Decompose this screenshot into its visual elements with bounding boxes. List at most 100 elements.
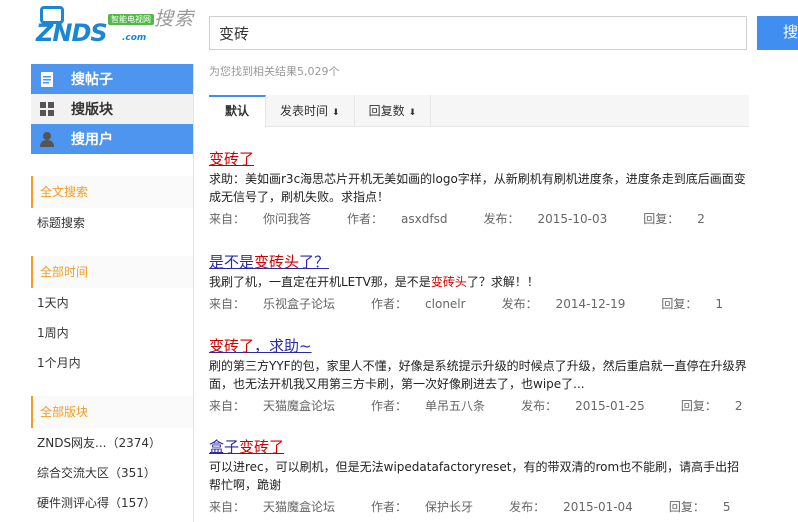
- snippet-text: 了？求解！！: [466, 275, 539, 289]
- meta-reply-count: 5: [722, 500, 731, 514]
- meta-reply-count: 1: [715, 297, 723, 311]
- filter-1-month[interactable]: 1个月内: [31, 348, 193, 378]
- meta-author-name[interactable]: clonelr: [425, 297, 466, 311]
- result-title-link[interactable]: 变砖了: [209, 150, 749, 168]
- filter-1-week[interactable]: 1周内: [31, 318, 193, 348]
- search-type-nav: 搜帖子 搜版块 搜用户: [31, 64, 193, 154]
- meta-date-value: 2014-12-19: [555, 297, 626, 311]
- user-icon: [39, 131, 55, 147]
- result-count: 为您找到相关结果5,029个: [209, 65, 340, 78]
- meta-author-name[interactable]: 单吊五八条: [425, 399, 485, 413]
- result-snippet: 可以进rec，可以刷机，但是无法wipedatafactoryreset，有的带…: [209, 460, 740, 492]
- meta-author: 作者： clonelr: [371, 295, 484, 312]
- filter-forums: 全部版块 ZNDS网友...（2374） 综合交流大区（351） 硬件测评心得（…: [31, 396, 193, 518]
- tab-label: 发表时间: [280, 104, 329, 118]
- filter-header-time[interactable]: 全部时间: [31, 256, 193, 288]
- meta-replies: 回复： 2: [643, 210, 723, 227]
- tab-default[interactable]: 默认: [209, 95, 267, 128]
- sidebar-divider: [193, 64, 194, 522]
- title-text: 了？: [299, 253, 330, 271]
- filter-forum-item[interactable]: ZNDS网友...（2374）: [31, 428, 193, 458]
- meta-label: 作者：: [371, 399, 408, 413]
- meta-reply-count: 2: [734, 399, 743, 413]
- title-text: 是不是: [209, 253, 255, 271]
- tab-replies[interactable]: 回复数 ⬇: [355, 95, 432, 127]
- meta-date: 发布： 2015-01-04: [509, 498, 651, 515]
- meta-label: 来自：: [209, 212, 246, 226]
- logo-text: ZNDS: [36, 19, 108, 47]
- meta-date-value: 2015-10-03: [537, 212, 608, 226]
- filter-1-day[interactable]: 1天内: [31, 288, 193, 318]
- title-highlight: 变砖了: [209, 337, 255, 355]
- meta-author: 作者： asxdfsd: [347, 210, 465, 227]
- arrow-down-icon: ⬇: [408, 108, 417, 118]
- document-icon: [39, 71, 55, 87]
- result-snippet: 刷的第三方YYF的包，家里人不懂，好像是系统提示升级的时候点了升级，然后重启就一…: [209, 359, 747, 391]
- meta-date: 发布： 2015-10-03: [483, 210, 625, 227]
- filter-header-forums[interactable]: 全部版块: [31, 396, 193, 428]
- meta-label: 回复：: [661, 297, 698, 311]
- result-title-link[interactable]: 变砖了，求助~: [209, 337, 749, 355]
- tab-post-time[interactable]: 发表时间 ⬇: [266, 95, 355, 127]
- meta-replies: 回复： 2: [681, 397, 761, 414]
- meta-label: 发布：: [501, 297, 538, 311]
- filter-header-fulltext[interactable]: 全文搜索: [31, 176, 193, 208]
- meta-label: 发布：: [483, 212, 520, 226]
- result-meta: 来自： 天猫魔盒论坛 作者： 保护长牙 发布： 2015-01-04 回复： 5: [209, 498, 749, 515]
- result-snippet: 求助：美如画r3c海思芯片开机无美如画的logo字样，从新刷机有刷机进度条，进度…: [209, 172, 746, 204]
- meta-author-name[interactable]: asxdfsd: [401, 212, 447, 226]
- meta-forum[interactable]: 天猫魔盒论坛: [263, 399, 335, 413]
- meta-forum[interactable]: 天猫魔盒论坛: [263, 500, 335, 514]
- meta-from: 来自： 天猫魔盒论坛: [209, 397, 353, 414]
- filter-fulltext: 全文搜索 标题搜索: [31, 176, 193, 238]
- nav-search-posts[interactable]: 搜帖子: [31, 64, 193, 94]
- result-meta: 来自： 你问我答 作者： asxdfsd 发布： 2015-10-03 回复： 2: [209, 210, 749, 227]
- meta-label: 来自：: [209, 399, 246, 413]
- result-title-link[interactable]: 是不是变砖头了？: [209, 253, 749, 271]
- logo-domain: .com: [122, 33, 147, 43]
- result-meta: 来自： 乐视盒子论坛 作者： clonelr 发布： 2014-12-19 回复： 1: [209, 295, 749, 312]
- result-item: 变砖了，求助~ 刷的第三方YYF的包，家里人不懂，好像是系统提示升级的时候点了升…: [209, 337, 749, 414]
- search-page-title: 搜索: [154, 8, 195, 30]
- snippet-highlight: 变砖头: [430, 275, 467, 289]
- meta-label: 作者：: [371, 500, 408, 514]
- search-input[interactable]: [209, 16, 747, 50]
- meta-replies: 回复： 1: [661, 295, 741, 312]
- meta-forum[interactable]: 你问我答: [263, 212, 311, 226]
- tab-label: 默认: [225, 104, 250, 118]
- meta-author: 作者： 单吊五八条: [371, 397, 503, 414]
- meta-date-value: 2015-01-04: [563, 500, 633, 514]
- meta-from: 来自： 你问我答: [209, 210, 329, 227]
- meta-reply-count: 2: [697, 212, 705, 226]
- title-highlight: 变砖了: [239, 438, 285, 456]
- title-text: 盒子: [209, 438, 240, 456]
- meta-date: 发布： 2014-12-19: [502, 295, 644, 312]
- meta-date-value: 2015-01-25: [575, 399, 645, 413]
- result-item: 是不是变砖头了？ 我刷了机，一直定在开机LETV那，是不是变砖头了？求解！！ 来…: [209, 253, 749, 312]
- filter-title-search[interactable]: 标题搜索: [31, 208, 193, 238]
- filter-forum-item[interactable]: 综合交流大区（351）: [31, 458, 193, 488]
- filter-forum-item[interactable]: 硬件测评心得（157）: [31, 488, 193, 518]
- result-item: 盒子变砖了 可以进rec，可以刷机，但是无法wipedatafactoryres…: [209, 438, 749, 515]
- meta-forum[interactable]: 乐视盒子论坛: [263, 297, 335, 311]
- meta-label: 回复：: [643, 212, 680, 226]
- snippet-text: 我刷了机，一直定在开机LETV那，是不是: [209, 275, 431, 289]
- meta-label: 来自：: [209, 297, 246, 311]
- title-text: ，求助~: [254, 337, 312, 355]
- result-title-link[interactable]: 盒子变砖了: [209, 438, 749, 456]
- nav-label: 搜版块: [71, 102, 113, 118]
- meta-author-name[interactable]: 保护长牙: [425, 500, 473, 514]
- site-logo[interactable]: 智能电视网 ZNDS .com: [36, 6, 154, 46]
- meta-label: 发布：: [509, 500, 546, 514]
- title-highlight: 变砖头: [254, 253, 300, 271]
- search-button[interactable]: 搜: [757, 16, 798, 50]
- filter-time: 全部时间 1天内 1周内 1个月内: [31, 256, 193, 378]
- grid-icon: [39, 101, 55, 117]
- title-highlight: 变砖了: [209, 150, 255, 168]
- meta-label: 作者：: [371, 297, 408, 311]
- meta-label: 回复：: [668, 500, 705, 514]
- nav-search-users[interactable]: 搜用户: [31, 124, 193, 154]
- result-meta: 来自： 天猫魔盒论坛 作者： 单吊五八条 发布： 2015-01-25 回复： 2: [209, 397, 749, 414]
- meta-label: 发布：: [521, 399, 558, 413]
- nav-search-forums[interactable]: 搜版块: [31, 94, 193, 124]
